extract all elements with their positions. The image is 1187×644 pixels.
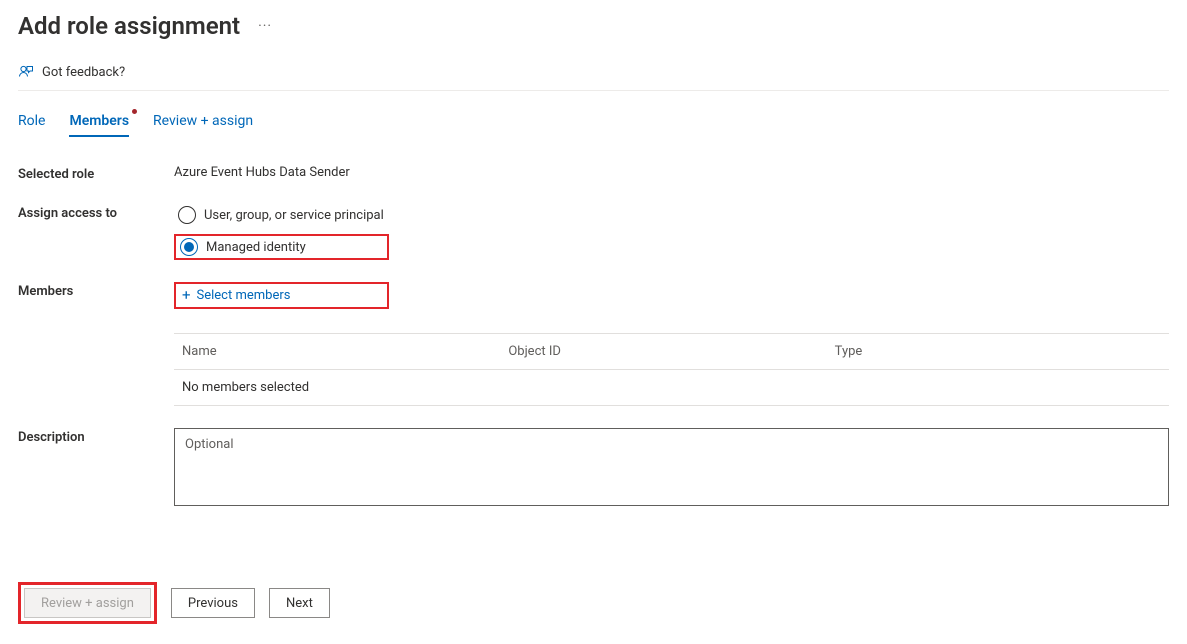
radio-checked-icon xyxy=(180,238,198,256)
more-actions-icon[interactable]: ··· xyxy=(258,18,272,34)
review-assign-button[interactable]: Review + assign xyxy=(24,588,151,618)
feedback-link[interactable]: Got feedback? xyxy=(18,64,1169,91)
feedback-label: Got feedback? xyxy=(42,65,125,80)
description-label: Description xyxy=(18,428,174,445)
radio-managed-identity[interactable]: Managed identity xyxy=(174,234,389,260)
members-label: Members xyxy=(18,282,174,299)
select-members-label: Select members xyxy=(197,288,291,303)
previous-button[interactable]: Previous xyxy=(171,588,255,618)
footer-bar: Review + assign Previous Next xyxy=(18,582,1169,624)
table-row: No members selected xyxy=(174,370,1169,406)
attention-dot-icon xyxy=(132,109,137,114)
col-object-id: Object ID xyxy=(508,344,834,359)
selected-role-value: Azure Event Hubs Data Sender xyxy=(174,165,1169,180)
review-assign-highlight: Review + assign xyxy=(18,582,157,624)
col-type: Type xyxy=(835,344,1161,359)
page-title: Add role assignment xyxy=(18,12,240,40)
tabs: Role Members Review + assign xyxy=(18,91,1169,137)
description-input[interactable] xyxy=(174,428,1169,506)
assign-access-radio-group: User, group, or service principal Manage… xyxy=(174,204,1169,260)
select-members-button[interactable]: + Select members xyxy=(174,282,389,309)
radio-user-group-label: User, group, or service principal xyxy=(204,208,384,223)
next-button[interactable]: Next xyxy=(269,588,330,618)
tab-role[interactable]: Role xyxy=(18,113,45,137)
radio-user-group[interactable]: User, group, or service principal xyxy=(174,204,389,226)
tab-members[interactable]: Members xyxy=(69,113,129,137)
selected-role-label: Selected role xyxy=(18,165,174,182)
feedback-icon xyxy=(18,64,34,80)
plus-icon: + xyxy=(182,288,191,303)
tab-review-assign[interactable]: Review + assign xyxy=(153,113,253,137)
assign-access-label: Assign access to xyxy=(18,204,174,221)
members-table: Name Object ID Type No members selected xyxy=(174,333,1169,406)
radio-managed-identity-label: Managed identity xyxy=(206,240,306,255)
radio-unchecked-icon xyxy=(178,206,196,224)
table-empty-text: No members selected xyxy=(182,380,1161,395)
col-name: Name xyxy=(182,344,508,359)
tab-members-label: Members xyxy=(69,113,129,129)
